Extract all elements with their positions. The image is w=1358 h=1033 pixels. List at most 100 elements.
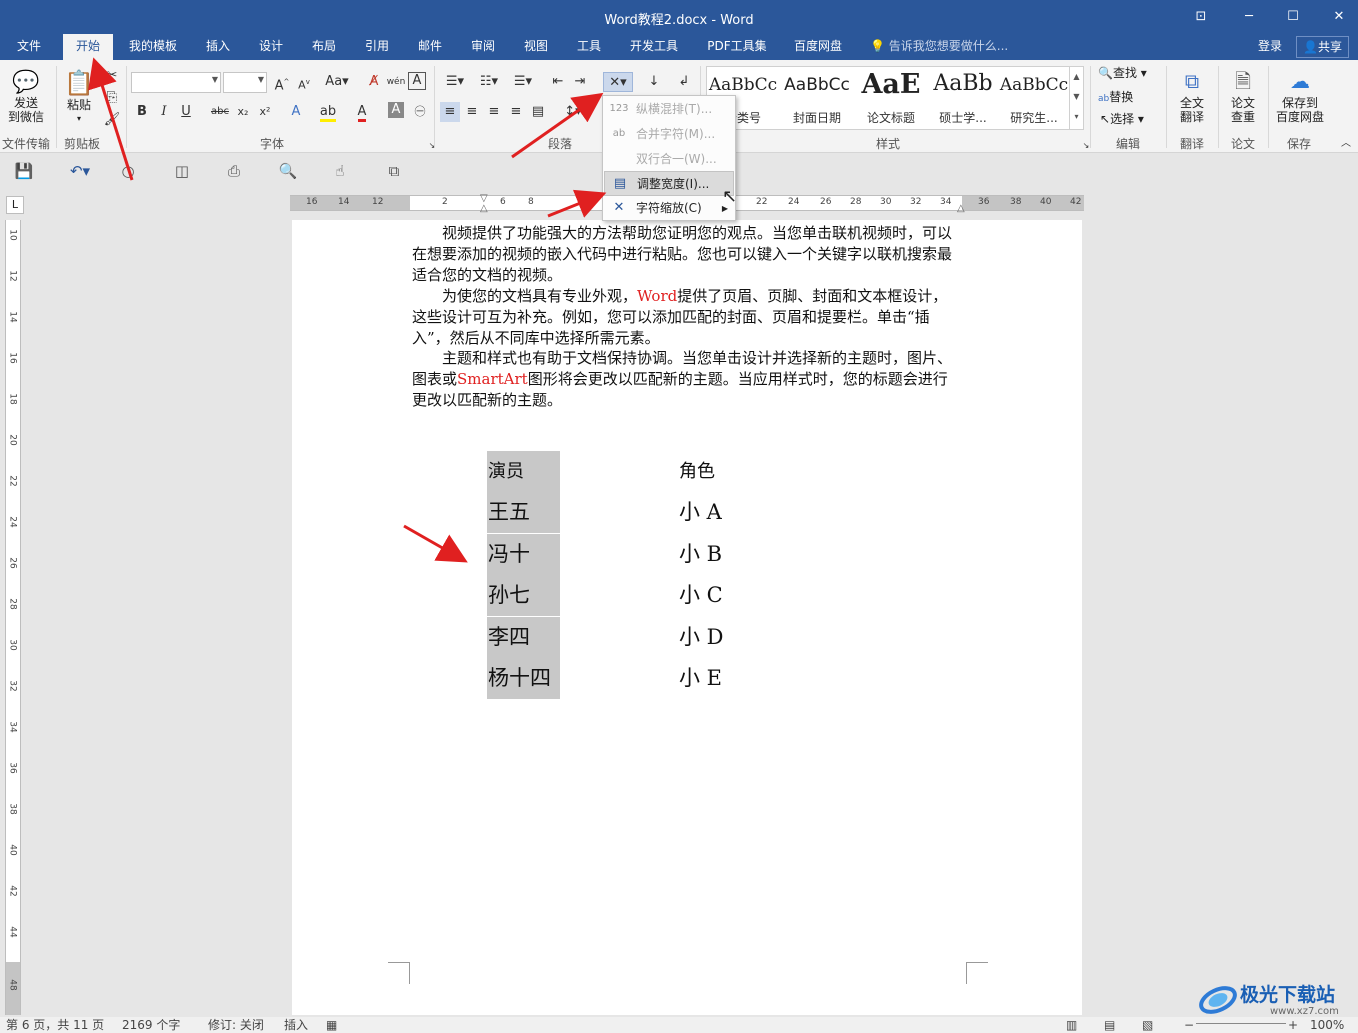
sort-icon[interactable]: ↓ [644,72,664,92]
menu-item-combine-characters[interactable]: ab 合并字符(M)... [604,122,734,147]
decrease-indent-icon[interactable]: ⇤ [548,72,568,92]
paper-check-button[interactable]: 🗎 论文 查重 [1224,66,1262,124]
word-count[interactable]: 2169 个字 [122,1018,180,1032]
zoom-slider[interactable] [1196,1023,1286,1024]
save-icon[interactable]: 💾 [12,162,36,182]
tab-layout[interactable]: 布局 [302,34,346,60]
paste-button[interactable]: 📋 粘贴 ▾ [60,68,98,126]
highlight-color-icon[interactable]: ab [318,102,338,122]
tell-me-box[interactable]: 💡 告诉我您想要做什么... [870,34,1008,60]
tab-mailings[interactable]: 邮件 [408,34,452,60]
change-case-icon[interactable]: Aa▾ [322,72,352,92]
hanging-indent-marker[interactable]: △ [480,203,488,214]
right-indent-marker[interactable]: △ [957,203,965,214]
distributed-icon[interactable]: ▤ [528,102,548,122]
touch-mode-icon[interactable]: ☝ [328,162,352,182]
character-shading-icon[interactable]: A [388,102,404,118]
underline-button[interactable]: U [176,102,196,122]
bold-button[interactable]: B [132,102,152,122]
styles-dialog-launcher-icon[interactable]: ↘ [1076,136,1096,156]
two-page-icon[interactable]: ◫ [170,162,194,182]
menu-item-fit-text[interactable]: ▤ 调整宽度(I)... [604,171,734,196]
align-right-icon[interactable]: ≡ [484,102,504,122]
multilevel-list-icon[interactable]: ☰▾ [508,72,538,92]
find-button[interactable]: 🔍查找 ▾ [1098,66,1147,80]
table-cell-actor[interactable]: 杨十四 [487,658,560,699]
table-cell-role[interactable]: 小 A [679,492,722,533]
tab-selector[interactable]: L [6,196,24,214]
character-border-icon[interactable]: A [408,72,426,90]
print-preview-icon[interactable]: 🔍 [276,162,300,182]
italic-button[interactable]: I [154,102,174,122]
zoom-level[interactable]: 100% [1310,1018,1344,1032]
page-count[interactable]: 第 6 页，共 11 页 [6,1018,104,1032]
table-cell-role[interactable]: 角色 [679,451,715,492]
close-icon[interactable]: ✕ [1328,6,1350,28]
tab-baidu-netdisk[interactable]: 百度网盘 [786,34,850,60]
share-button[interactable]: 👤共享 [1296,36,1349,58]
increase-indent-icon[interactable]: ⇥ [570,72,590,92]
tab-home[interactable]: 开始 [63,34,113,60]
table-cell-actor[interactable]: 冯十 [487,534,560,575]
shrink-font-icon[interactable]: Av [294,72,314,92]
macro-icon[interactable]: ▦ [326,1018,337,1032]
font-color-icon[interactable]: A [352,102,372,122]
table-cell-role[interactable]: 小 B [679,534,722,575]
style-item[interactable]: AaE 论文标题 [855,67,927,129]
tab-view[interactable]: 视图 [514,34,558,60]
cut-icon[interactable]: ✂ [102,66,122,86]
subscript-button[interactable]: x₂ [233,102,253,122]
tab-insert[interactable]: 插入 [196,34,240,60]
text-effects-icon[interactable]: A [286,102,306,122]
print-icon[interactable]: ⎙ [222,162,246,182]
table-cell-actor[interactable]: 演员 [487,451,560,492]
login-button[interactable]: 登录 [1258,34,1282,58]
copy-icon[interactable]: ⎘ [102,88,122,108]
menu-item-two-lines-in-one[interactable]: 双行合一(W)... [604,147,734,172]
select-button[interactable]: ↖选择 ▾ [1100,112,1144,126]
table-cell-actor[interactable]: 王五 [487,492,560,533]
style-item[interactable]: AaBbCc 研究生... [999,67,1069,129]
web-layout-icon[interactable]: ▧ [1142,1018,1153,1032]
read-mode-icon[interactable]: ▥ [1066,1018,1077,1032]
styles-scroll[interactable]: ▲ ▼ ▾ [1069,67,1083,129]
menu-item-vertical-text[interactable]: 123 纵横混排(T)... [604,97,734,122]
align-left-icon[interactable]: ≡ [440,102,460,122]
insert-mode-status[interactable]: 插入 [284,1018,308,1032]
font-dialog-launcher-icon[interactable]: ↘ [422,136,442,156]
enclose-characters-icon[interactable]: ㊀ [410,102,430,122]
replace-button[interactable]: ab替换 [1098,90,1133,106]
asian-layout-button[interactable]: ✕▾ [603,72,633,92]
line-spacing-icon[interactable]: ↕▾ [558,102,588,122]
justify-icon[interactable]: ≡ [506,102,526,122]
document-page[interactable]: 视频提供了功能强大的方法帮助您证明您的观点。当您单击联机视频时，可以在想要添加的… [292,220,1082,1015]
track-changes-status[interactable]: 修订: 关闭 [208,1018,264,1032]
tab-design[interactable]: 设计 [249,34,293,60]
save-to-baidu-button[interactable]: ☁ 保存到 百度网盘 [1272,66,1328,124]
send-to-wechat-button[interactable]: 💬 发送 到微信 [4,70,48,124]
strikethrough-button[interactable]: abc [210,102,230,122]
grow-font-icon[interactable]: A^ [272,72,292,93]
redo-icon[interactable]: ○ [116,162,140,182]
table-cell-role[interactable]: 小 D [679,617,724,658]
table-cell-role[interactable]: 小 E [679,658,722,699]
font-size-combo[interactable]: ▼ [223,72,267,93]
tab-file[interactable]: 文件 [6,34,52,60]
minimize-icon[interactable]: ─ [1238,6,1260,28]
zoom-in-icon[interactable]: + [1288,1018,1298,1032]
style-item[interactable]: AaBb 硕士学... [927,67,999,129]
superscript-button[interactable]: x² [255,102,275,122]
table-cell-role[interactable]: 小 C [679,575,723,616]
collapse-ribbon-icon[interactable]: ︿ [1336,134,1356,154]
bullets-icon[interactable]: ☰▾ [440,72,470,92]
restore-ribbon-icon[interactable]: ⊡ [1190,6,1212,28]
tab-references[interactable]: 引用 [355,34,399,60]
tab-review[interactable]: 审阅 [461,34,505,60]
full-translate-button[interactable]: ⧉ 全文 翻译 [1172,66,1212,124]
tab-developer[interactable]: 开发工具 [622,34,686,60]
print-layout-icon[interactable]: ▤ [1104,1018,1115,1032]
vertical-ruler[interactable]: 10 12 14 16 18 20 22 24 26 28 30 32 34 3… [5,220,21,1015]
format-painter-icon[interactable]: 🖌 [102,110,122,130]
tab-pdf-tools[interactable]: PDF工具集 [700,34,774,60]
table-cell-actor[interactable]: 孙七 [487,575,560,616]
